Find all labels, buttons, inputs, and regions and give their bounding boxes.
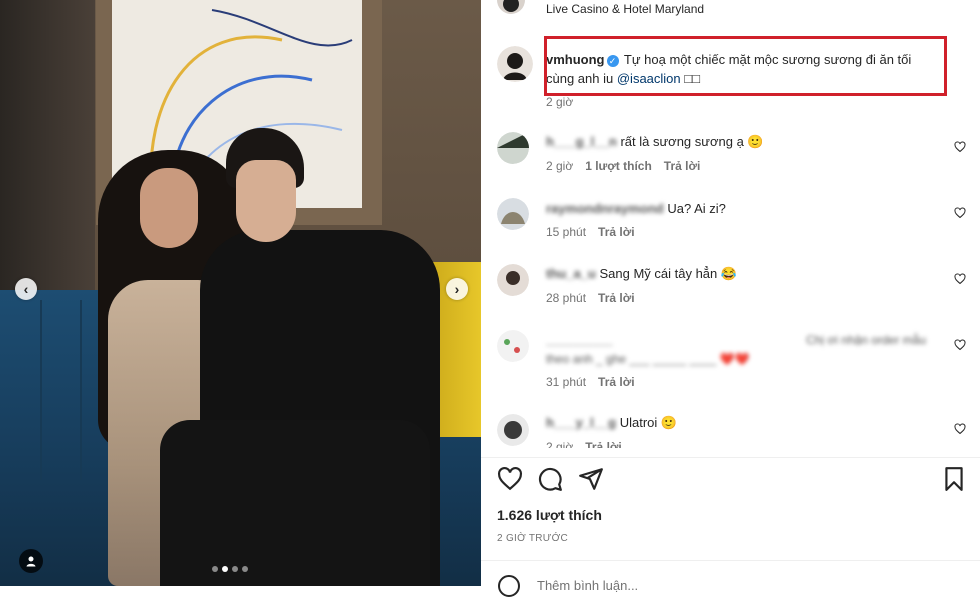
tag-user-icon [26, 556, 36, 567]
comment-meta: 2 giờ 1 lượt thích Trả lời [546, 159, 700, 173]
heart-icon[interactable] [954, 207, 966, 219]
comment-time[interactable]: 28 phút [546, 291, 586, 305]
comment-avatar[interactable] [497, 414, 529, 446]
like-heart-icon[interactable] [497, 466, 523, 492]
comment-text: Ua? Ai zi? [667, 201, 726, 216]
comment-item: raymondnraymond Ua? Ai zi? [546, 199, 726, 218]
comment-meta: 2 giờ Trả lời [546, 440, 622, 448]
post-time[interactable]: 2 GIỜ TRƯỚC [497, 533, 568, 544]
comment-meta: 28 phút Trả lời [546, 291, 635, 305]
carousel-prev-button[interactable]: ‹ [15, 278, 37, 300]
comment-meta: 15 phút Trả lời [546, 225, 635, 239]
heart-icon[interactable] [954, 273, 966, 285]
comment-username[interactable]: __________ [546, 333, 613, 347]
comment-item: Chị ơi nhận order mẫu __________ theo an… [546, 331, 926, 369]
heart-icon[interactable] [954, 141, 966, 153]
comment-avatar[interactable] [497, 198, 529, 230]
comment-time[interactable]: 31 phút [546, 375, 586, 389]
comment-username[interactable]: h___y_l__g [546, 415, 616, 430]
comment-item: h___y_l__g Ulatroi 🙂 [546, 413, 677, 432]
comment-text: Chị ơi nhận order mẫu [806, 333, 926, 347]
caption-meta: 2 giờ [546, 95, 573, 109]
chevron-left-icon: ‹ [23, 281, 29, 297]
comment-text: rất là sương sương ạ 🙂 [620, 134, 764, 149]
comment-time[interactable]: 2 giờ [546, 159, 573, 173]
comment-username[interactable]: raymondnraymond [546, 201, 664, 216]
carousel-dot [222, 566, 228, 572]
comment-reply-button[interactable]: Trả lời [585, 440, 622, 448]
tag-user-button[interactable] [19, 549, 43, 573]
comment-reply-button[interactable]: Trả lời [598, 225, 635, 239]
emoji-icon[interactable] [497, 574, 521, 598]
heart-icon[interactable] [954, 423, 966, 435]
photo-person-man-face [236, 160, 296, 242]
comment-icon[interactable] [537, 466, 563, 492]
caption-avatar[interactable] [497, 46, 533, 82]
comment-reply-button[interactable]: Trả lời [664, 159, 701, 173]
actions-divider [481, 457, 980, 458]
photo-person-woman-face [140, 168, 198, 248]
comment-username[interactable]: thu_a_u [546, 266, 596, 281]
comment-item: h___g_l__n rất là sương sương ạ 🙂 [546, 132, 764, 151]
caption-highlight-box [544, 36, 947, 96]
comment-reply-button[interactable]: Trả lời [598, 291, 635, 305]
comment-reply-button[interactable]: Trả lời [598, 375, 635, 389]
carousel-dot [232, 566, 238, 572]
comment-item: thu_a_u Sang Mỹ cái tây hẳn 😂 [546, 264, 737, 283]
comment-text-line2: theo anh _ ghe ___ _____ ____ ❤️❤️ [546, 352, 750, 366]
comment-time[interactable]: 15 phút [546, 225, 586, 239]
caption-time[interactable]: 2 giờ [546, 95, 573, 109]
comment-text: Sang Mỹ cái tây hẳn 😂 [599, 266, 738, 281]
carousel-dot [242, 566, 248, 572]
carousel-dots [212, 566, 248, 572]
comment-avatar[interactable] [497, 132, 529, 164]
comment-meta: 31 phút Trả lời [546, 375, 635, 389]
chevron-right-icon: › [454, 281, 460, 297]
comment-time[interactable]: 2 giờ [546, 440, 573, 448]
comment-avatar[interactable] [497, 264, 529, 296]
comment-likes[interactable]: 1 lượt thích [585, 159, 652, 173]
comment-box-divider [481, 560, 980, 561]
carousel-next-button[interactable]: › [446, 278, 468, 300]
bookmark-icon[interactable] [941, 466, 967, 492]
comment-username[interactable]: h___g_l__n [546, 134, 617, 149]
share-icon[interactable] [578, 466, 604, 492]
carousel-dot [212, 566, 218, 572]
post-photo[interactable]: ‹ › [0, 0, 481, 586]
photo-person-man-legs [160, 420, 430, 586]
comment-avatar[interactable] [497, 330, 529, 362]
post-location[interactable]: Live Casino & Hotel Maryland [546, 0, 704, 19]
heart-icon[interactable] [954, 339, 966, 351]
likes-count[interactable]: 1.626 lượt thích [497, 507, 602, 523]
comment-text: Ulatroi 🙂 [619, 415, 678, 430]
